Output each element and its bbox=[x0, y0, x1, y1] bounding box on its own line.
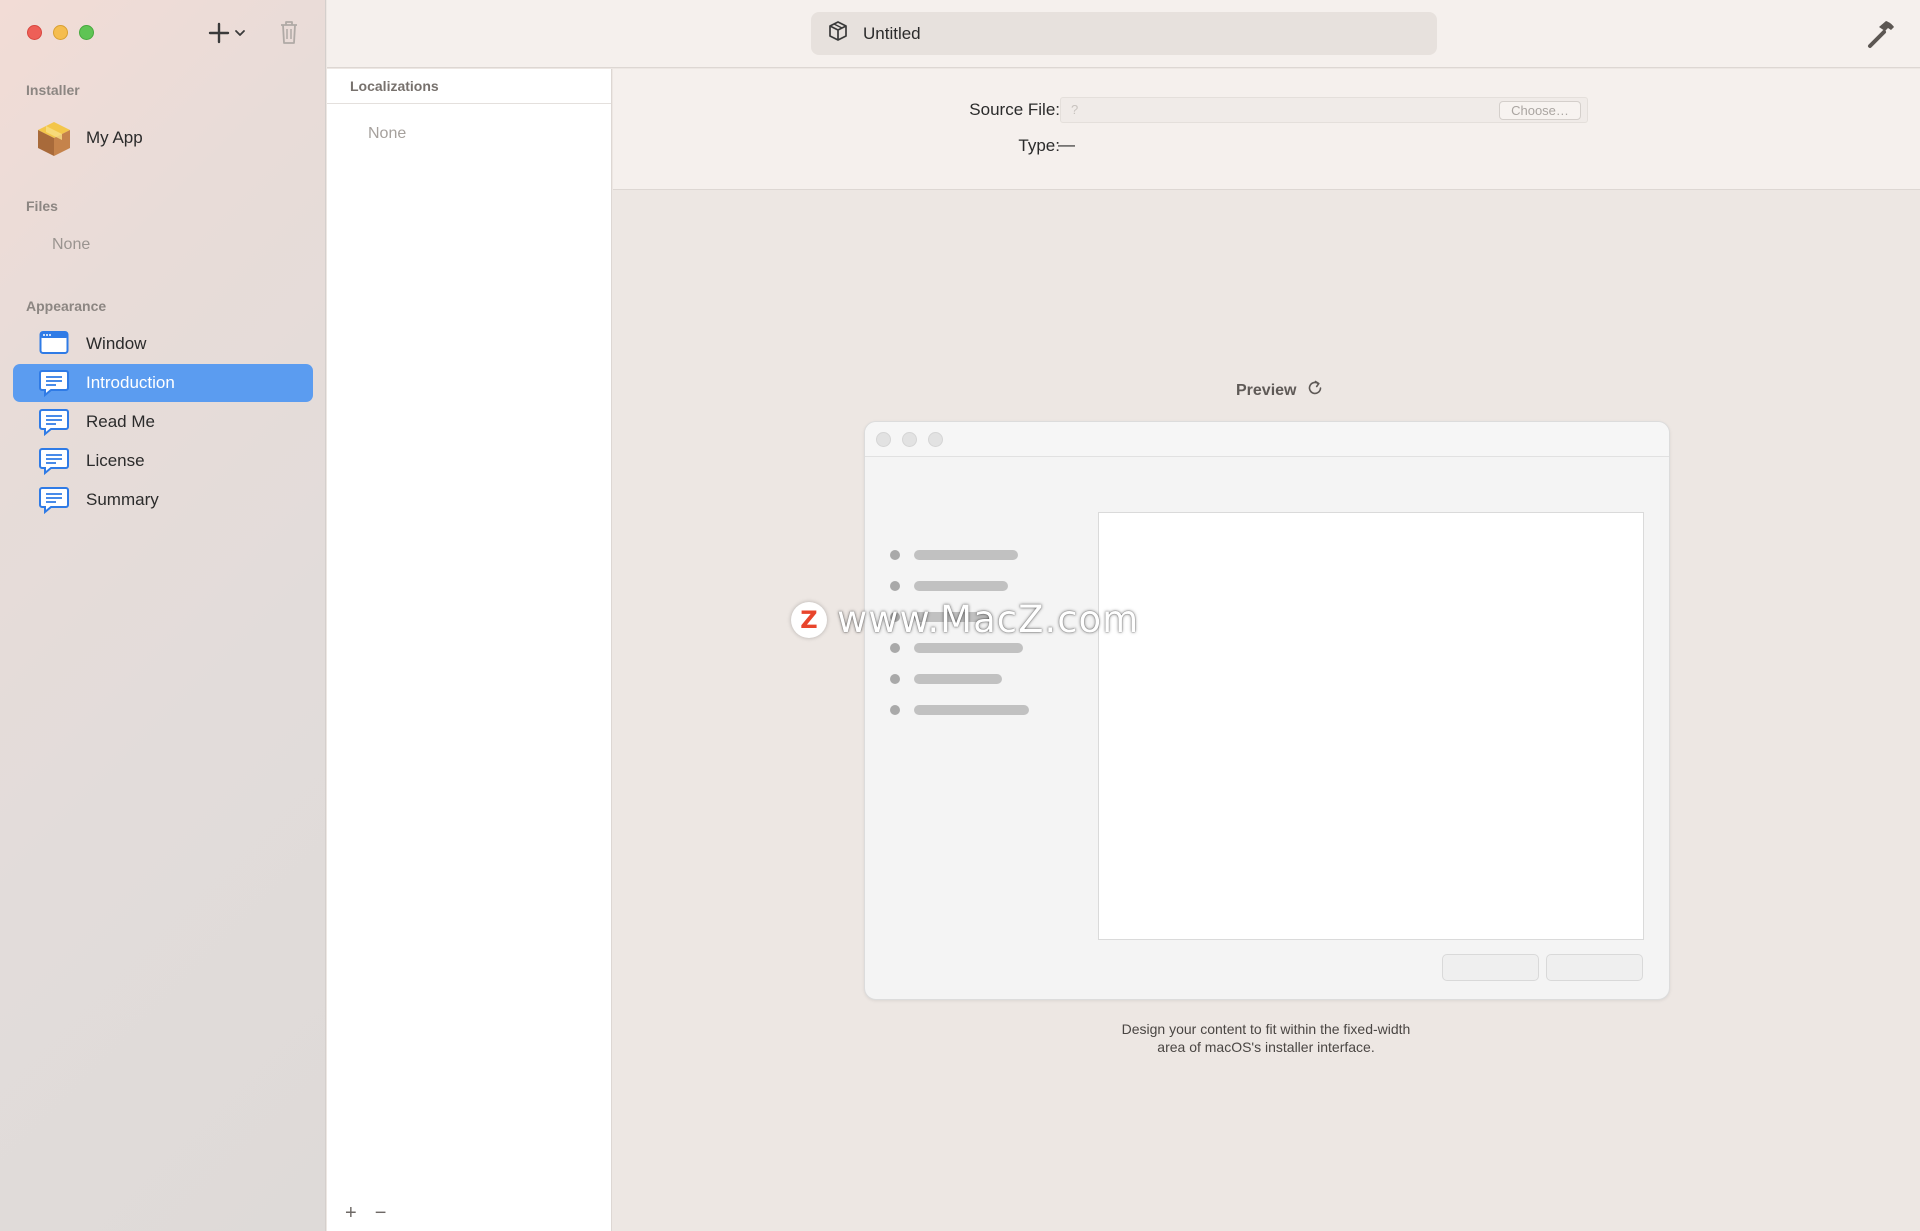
sidebar-item-window[interactable]: Window bbox=[13, 325, 313, 363]
sidebar-item-label: Read Me bbox=[86, 412, 155, 431]
preview-title: Preview bbox=[1236, 381, 1297, 399]
watermark: Z www.MacZ.com bbox=[791, 598, 1139, 641]
sidebar-item-label: Summary bbox=[86, 490, 159, 509]
files-empty-text: None bbox=[52, 236, 91, 253]
sidebar-item-introduction[interactable]: Introduction bbox=[13, 364, 313, 402]
localizations-header: Localizations bbox=[327, 69, 611, 104]
installer-preview-window bbox=[864, 421, 1670, 1000]
trash-icon bbox=[281, 21, 297, 44]
window-icon bbox=[39, 330, 69, 361]
speech-bubble-icon bbox=[39, 369, 69, 402]
title-bar: Untitled bbox=[327, 0, 1920, 68]
minimize-button[interactable] bbox=[53, 25, 68, 40]
zoom-button[interactable] bbox=[79, 25, 94, 40]
sidebar-item-label: Window bbox=[86, 334, 147, 353]
preview-content-area bbox=[1098, 512, 1644, 940]
installer-section-label: Installer bbox=[26, 82, 80, 98]
remove-localization-button[interactable]: − bbox=[375, 1203, 387, 1223]
choose-button[interactable]: Choose… bbox=[1499, 101, 1581, 120]
files-section-label: Files bbox=[26, 198, 58, 214]
document-title-field[interactable]: Untitled bbox=[811, 12, 1437, 55]
preview-header: Preview bbox=[1236, 379, 1324, 402]
localizations-empty-text: None bbox=[368, 125, 407, 142]
hammer-icon bbox=[1868, 21, 1894, 48]
watermark-text: www.MacZ.com bbox=[837, 598, 1140, 641]
type-value: — bbox=[1058, 135, 1075, 154]
preview-note-line: area of macOS's installer interface. bbox=[1157, 1039, 1375, 1055]
watermark-logo-icon: Z bbox=[791, 601, 827, 638]
localizations-footer: + − bbox=[327, 1195, 612, 1231]
appearance-section-label: Appearance bbox=[26, 298, 107, 314]
preview-back-button bbox=[1442, 954, 1539, 981]
preview-step bbox=[890, 663, 1029, 694]
sidebar-item-my-app[interactable]: My App bbox=[34, 118, 143, 158]
speech-bubble-icon bbox=[39, 408, 69, 441]
preview-minimize-dot bbox=[902, 432, 917, 447]
add-localization-button[interactable]: + bbox=[345, 1203, 357, 1223]
preview-window-titlebar bbox=[865, 422, 1669, 457]
preview-note-line: Design your content to fit within the fi… bbox=[1121, 1021, 1411, 1037]
sidebar-item-label: License bbox=[86, 451, 145, 470]
cube-icon bbox=[827, 20, 849, 47]
speech-bubble-icon bbox=[39, 447, 69, 480]
build-button[interactable] bbox=[1864, 18, 1898, 57]
app-name: My App bbox=[86, 128, 143, 147]
package-icon bbox=[38, 122, 70, 156]
preview-step bbox=[890, 570, 1029, 601]
sidebar-item-summary[interactable]: Summary bbox=[13, 481, 313, 519]
type-label: Type: bbox=[1018, 136, 1060, 155]
preview-close-dot bbox=[876, 432, 891, 447]
sidebar-item-read-me[interactable]: Read Me bbox=[13, 403, 313, 441]
delete-button[interactable] bbox=[278, 18, 300, 48]
preview-step bbox=[890, 539, 1029, 570]
preview-note: Design your content to fit within the fi… bbox=[1066, 1020, 1466, 1056]
source-settings: Source File: ? Choose… Type: — bbox=[613, 69, 1920, 190]
sidebar: Installer My App Files None Appearance W… bbox=[0, 0, 326, 1231]
preview-zoom-dot bbox=[928, 432, 943, 447]
source-file-label: Source File: bbox=[969, 100, 1060, 119]
speech-bubble-icon bbox=[39, 486, 69, 519]
document-title: Untitled bbox=[863, 23, 921, 43]
source-file-field[interactable]: ? Choose… bbox=[1060, 97, 1588, 123]
add-menu-button[interactable] bbox=[208, 18, 246, 48]
window-controls bbox=[27, 25, 94, 40]
preview-step bbox=[890, 694, 1029, 725]
refresh-button[interactable] bbox=[1306, 379, 1324, 402]
sidebar-item-label: Introduction bbox=[86, 373, 175, 392]
localizations-panel: Localizations None + − bbox=[327, 69, 612, 1231]
refresh-icon bbox=[1309, 380, 1322, 395]
chevron-down-icon bbox=[235, 30, 245, 36]
close-button[interactable] bbox=[27, 25, 42, 40]
sidebar-item-license[interactable]: License bbox=[13, 442, 313, 480]
source-file-placeholder: ? bbox=[1071, 102, 1079, 117]
preview-continue-button bbox=[1546, 954, 1643, 981]
plus-icon bbox=[208, 22, 230, 44]
